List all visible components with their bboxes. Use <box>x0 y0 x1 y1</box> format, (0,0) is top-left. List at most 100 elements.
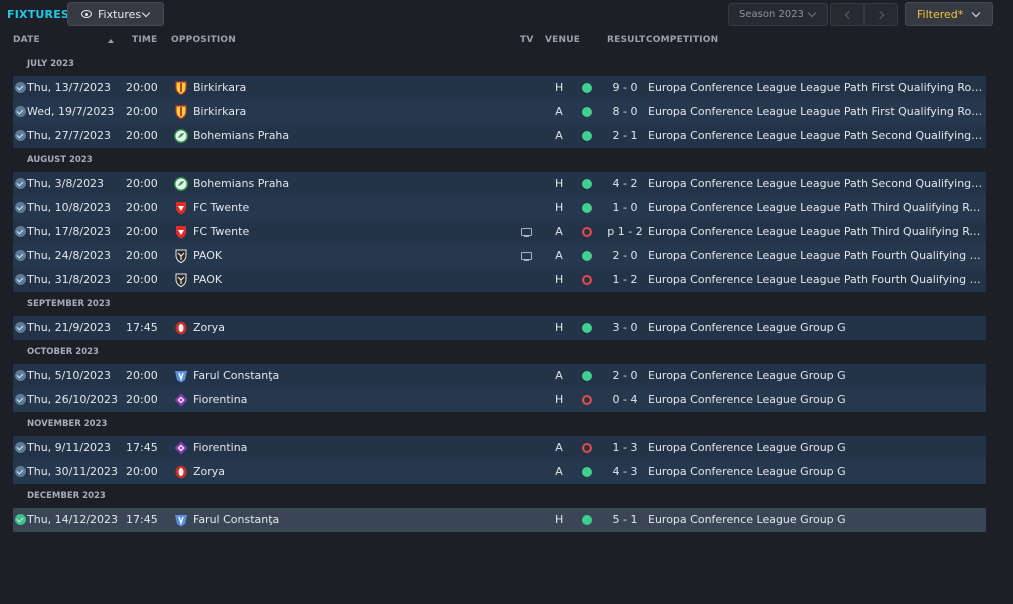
birkirkara-badge-icon <box>174 105 188 120</box>
eye-icon <box>81 10 92 18</box>
check-icon[interactable] <box>15 178 26 189</box>
season-select[interactable]: Season 2023 <box>728 3 828 26</box>
check-icon[interactable] <box>15 322 26 333</box>
competition-link[interactable]: Europa Conference League Group G <box>648 460 984 484</box>
fixture-row[interactable]: Thu, 17/8/2023 20:00 FC Twente Ap 1 - 2 Euro… <box>13 220 986 244</box>
column-header-result[interactable]: RESULT <box>607 35 645 45</box>
fixture-row[interactable]: Thu, 21/9/2023 17:45 Zorya H 3 - 0 Europa Con… <box>13 316 986 340</box>
filter-dropdown-label: Filtered* <box>917 7 964 21</box>
fixture-venue: H <box>555 513 564 526</box>
fixture-score[interactable]: 1 - 2 <box>603 268 647 292</box>
next-season-button[interactable] <box>864 3 898 26</box>
opposition-team-link[interactable]: Birkirkara <box>193 100 246 124</box>
fixture-row[interactable]: Thu, 5/10/2023 20:00 Farul Constanţa A 2 - 0… <box>13 364 986 388</box>
competition-link[interactable]: Europa Conference League Group G <box>648 508 984 532</box>
fixture-venue: H <box>555 273 564 286</box>
competition-link[interactable]: Europa Conference League League Path Sec… <box>648 172 984 196</box>
fixture-score[interactable]: 1 - 0 <box>603 196 647 220</box>
filter-dropdown-button[interactable]: Filtered* <box>905 2 993 26</box>
fixture-date: Thu, 21/9/2023 <box>27 321 112 334</box>
fixture-score[interactable]: 2 - 1 <box>603 124 647 148</box>
win-indicator-icon <box>582 131 592 141</box>
loss-indicator-icon <box>582 443 592 453</box>
opposition-team-link[interactable]: FC Twente <box>193 196 249 220</box>
opposition-team-link[interactable]: PAOK <box>193 244 222 268</box>
check-icon[interactable] <box>15 130 26 141</box>
column-header-opposition[interactable]: OPPOSITION <box>171 35 236 45</box>
fixture-score[interactable]: p 1 - 2 <box>603 220 647 244</box>
competition-link[interactable]: Europa Conference League League Path Fir… <box>648 100 984 124</box>
opposition-team-link[interactable]: FC Twente <box>193 220 249 244</box>
check-icon[interactable] <box>15 466 26 477</box>
check-icon[interactable] <box>15 106 26 117</box>
competition-link[interactable]: Europa Conference League Group G <box>648 316 984 340</box>
opposition-team-link[interactable]: Farul Constanţa <box>193 364 279 388</box>
fixture-score[interactable]: 9 - 0 <box>603 76 647 100</box>
check-icon[interactable] <box>15 226 26 237</box>
opposition-team-link[interactable]: Zorya <box>193 460 225 484</box>
column-header-venue[interactable]: VENUE <box>545 35 580 45</box>
column-header-tv[interactable]: TV <box>520 35 534 45</box>
opposition-team-link[interactable]: Birkirkara <box>193 76 246 100</box>
fixture-row[interactable]: Thu, 30/11/2023 20:00 Zorya A 4 - 3 Europa Co… <box>13 460 986 484</box>
check-icon[interactable] <box>15 370 26 381</box>
fixture-row[interactable]: Thu, 14/12/2023 17:45 Farul Constanţa H 5 - … <box>13 508 986 532</box>
previous-season-button[interactable] <box>830 3 864 26</box>
page-title: FIXTURES <box>7 8 70 21</box>
fixture-row[interactable]: Thu, 27/7/2023 20:00 Bohemians Praha A 2 - 1… <box>13 124 986 148</box>
column-header-time[interactable]: TIME <box>132 35 157 45</box>
fixture-row[interactable]: Wed, 19/7/2023 20:00 Birkirkara A 8 - 0 Europ… <box>13 100 986 124</box>
competition-link[interactable]: Europa Conference League Group G <box>648 436 984 460</box>
check-icon[interactable] <box>15 250 26 261</box>
fixture-score[interactable]: 1 - 3 <box>603 436 647 460</box>
fixture-score[interactable]: 8 - 0 <box>603 100 647 124</box>
fixture-row[interactable]: Thu, 24/8/2023 20:00 PAOK A 2 - 0 Europa Conf… <box>13 244 986 268</box>
competition-link[interactable]: Europa Conference League Group G <box>648 388 984 412</box>
opposition-team-link[interactable]: Bohemians Praha <box>193 124 289 148</box>
opposition-team-link[interactable]: Bohemians Praha <box>193 172 289 196</box>
fixture-row[interactable]: Thu, 26/10/2023 20:00 Fiorentina H 0 - 4 Euro… <box>13 388 986 412</box>
column-header-date[interactable]: DATE <box>13 35 40 45</box>
opposition-team-link[interactable]: Zorya <box>193 316 225 340</box>
fixture-score[interactable]: 2 - 0 <box>603 244 647 268</box>
fixture-score[interactable]: 4 - 2 <box>603 172 647 196</box>
check-icon[interactable] <box>15 514 26 525</box>
opposition-team-link[interactable]: Fiorentina <box>193 388 247 412</box>
fixture-row[interactable]: Thu, 9/11/2023 17:45 Fiorentina A 1 - 3 Europ… <box>13 436 986 460</box>
fixture-score[interactable]: 5 - 1 <box>603 508 647 532</box>
win-indicator-icon <box>582 107 592 117</box>
fixture-time: 20:00 <box>126 225 158 238</box>
fixture-row[interactable]: Thu, 31/8/2023 20:00 PAOK H 1 - 2 Europa Conf… <box>13 268 986 292</box>
check-icon[interactable] <box>15 394 26 405</box>
opposition-team-link[interactable]: PAOK <box>193 268 222 292</box>
competition-link[interactable]: Europa Conference League League Path Fou… <box>648 268 984 292</box>
scrollbar[interactable] <box>997 30 1011 604</box>
competition-link[interactable]: Europa Conference League League Path Thi… <box>648 196 984 220</box>
fixture-row[interactable]: Thu, 3/8/2023 20:00 Bohemians Praha H 4 - 2E… <box>13 172 986 196</box>
win-indicator-icon <box>582 83 592 93</box>
check-icon[interactable] <box>15 274 26 285</box>
fixture-row[interactable]: Thu, 13/7/2023 20:00 Birkirkara H 9 - 0 Europ… <box>13 76 986 100</box>
view-dropdown-button[interactable]: Fixtures <box>67 2 164 26</box>
season-select-label: Season 2023 <box>739 9 804 20</box>
opposition-team-link[interactable]: Farul Constanţa <box>193 508 279 532</box>
fixture-time: 20:00 <box>126 201 158 214</box>
fixture-row[interactable]: Thu, 10/8/2023 20:00 FC Twente H 1 - 0 Europa… <box>13 196 986 220</box>
competition-link[interactable]: Europa Conference League Group G <box>648 364 984 388</box>
fixture-date: Thu, 14/12/2023 <box>27 513 119 526</box>
check-icon[interactable] <box>15 442 26 453</box>
competition-link[interactable]: Europa Conference League League Path Fir… <box>648 76 984 100</box>
fixture-score[interactable]: 0 - 4 <box>603 388 647 412</box>
competition-link[interactable]: Europa Conference League League Path Thi… <box>648 220 984 244</box>
fiorentina-badge-icon <box>174 393 188 407</box>
check-icon[interactable] <box>15 82 26 93</box>
competition-link[interactable]: Europa Conference League League Path Sec… <box>648 124 984 148</box>
opposition-team-link[interactable]: Fiorentina <box>193 436 247 460</box>
competition-link[interactable]: Europa Conference League League Path Fou… <box>648 244 984 268</box>
fixture-score[interactable]: 4 - 3 <box>603 460 647 484</box>
chevron-down-icon <box>141 8 151 18</box>
check-icon[interactable] <box>15 202 26 213</box>
fixture-score[interactable]: 3 - 0 <box>603 316 647 340</box>
fixture-score[interactable]: 2 - 0 <box>603 364 647 388</box>
column-header-competition[interactable]: COMPETITION <box>646 35 718 45</box>
